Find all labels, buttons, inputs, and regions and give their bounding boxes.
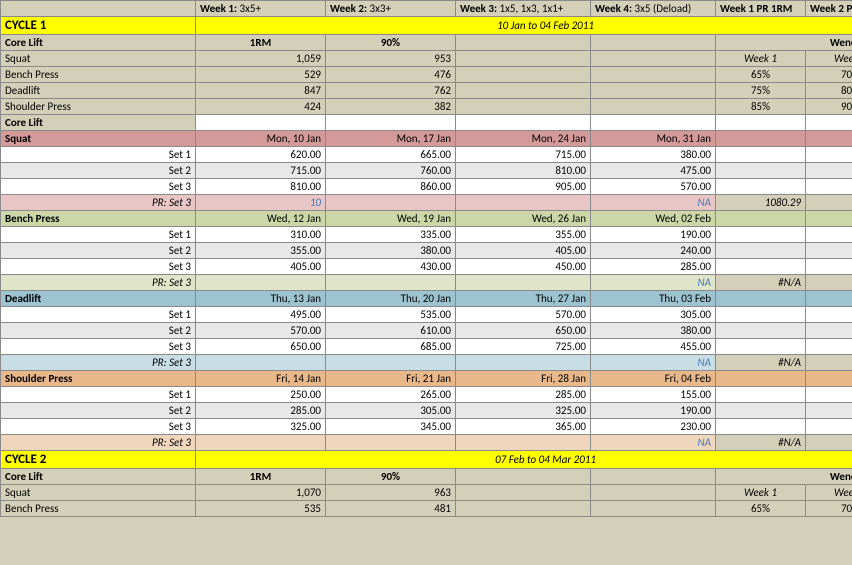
bench-set1: Set 1310.00335.00355.00190.00 xyxy=(1,227,852,243)
squat2-1rm: Squat 1,070 963 Week 1 Week 2 xyxy=(1,485,852,501)
bench-set2: Set 2355.00380.00405.00240.00 xyxy=(1,243,852,259)
cycle2-row: CYCLE 2 07 Feb to 04 Mar 2011 xyxy=(1,451,852,469)
core-lift-hdr: Core Lift 1RM 90% Wendler Perc xyxy=(1,35,852,51)
cycle1-label: CYCLE 1 xyxy=(1,17,196,35)
squat-set1: Set 1620.00665.00715.00380.00 xyxy=(1,147,852,163)
bench2-1rm: Bench Press 535 481 65% 70% xyxy=(1,501,852,517)
week-header-row: Week 1: 3x5+ Week 2: 3x3+ Week 3: 1x5, 1… xyxy=(1,1,852,17)
pr1-hdr: Week 1 PR 1RM xyxy=(716,1,806,17)
squat-set3: Set 3810.00860.00905.00570.000.00% xyxy=(1,179,852,195)
bench-pr: PR: Set 3NA#N/A#N/A xyxy=(1,275,852,291)
cycle1-row: CYCLE 1 10 Jan to 04 Feb 2011 xyxy=(1,17,852,35)
week1-hdr: Week 1: 3x5+ xyxy=(196,1,326,17)
week3-hdr: Week 3: 1x5, 1x3, 1x1+ xyxy=(456,1,591,17)
bench-block-hdr: Bench Press Wed, 12 JanWed, 19 JanWed, 2… xyxy=(1,211,852,227)
cycle2-date: 07 Feb to 04 Mar 2011 xyxy=(196,451,852,469)
core-lift-hdr2: Core Lift 1RM 90% Wendler Perc xyxy=(1,469,852,485)
pr2-hdr: Week 2 PR 1RM xyxy=(806,1,852,17)
core-lift-sub: Core Lift xyxy=(1,115,852,131)
cycle1-date: 10 Jan to 04 Feb 2011 xyxy=(196,17,852,35)
week2-hdr: Week 2: 3x3+ xyxy=(326,1,456,17)
deadlift-set2: Set 2570.00610.00650.00380.00 xyxy=(1,323,852,339)
shoulder-set2: Set 2285.00305.00325.00190.00 xyxy=(1,403,852,419)
bench-set3: Set 3405.00430.00450.00285.000.00% xyxy=(1,259,852,275)
shoulder-1rm: Shoulder Press 424 382 85% 90% xyxy=(1,99,852,115)
squat-block-hdr: Squat Mon, 10 JanMon, 17 JanMon, 24 JanM… xyxy=(1,131,852,147)
squat-pr: PR: Set 310NA1080.29#N/A xyxy=(1,195,852,211)
deadlift-pr: PR: Set 3NA#N/A#N/A xyxy=(1,355,852,371)
deadlift-block-hdr: Deadlift Thu, 13 JanThu, 20 JanThu, 27 J… xyxy=(1,291,852,307)
shoulder-pr: PR: Set 3NA#N/A#N/A xyxy=(1,435,852,451)
bench-1rm: Bench Press 529 476 65% 70% xyxy=(1,67,852,83)
wendler-spreadsheet: Week 1: 3x5+ Week 2: 3x3+ Week 3: 1x5, 1… xyxy=(0,0,852,517)
squat-1rm: Squat 1,059 953 Week 1 Week 2 xyxy=(1,51,852,67)
deadlift-set1: Set 1495.00535.00570.00305.00 xyxy=(1,307,852,323)
cycle2-label: CYCLE 2 xyxy=(1,451,196,469)
shoulder-set3: Set 3325.00345.00365.00230.000.00% xyxy=(1,419,852,435)
week4-hdr: Week 4: 3x5 (Deload) xyxy=(591,1,716,17)
shoulder-set1: Set 1250.00265.00285.00155.00 xyxy=(1,387,852,403)
deadlift-set3: Set 3650.00685.00725.00455.000.00% xyxy=(1,339,852,355)
shoulder-block-hdr: Shoulder Press Fri, 14 JanFri, 21 JanFri… xyxy=(1,371,852,387)
squat-set2: Set 2715.00760.00810.00475.00 xyxy=(1,163,852,179)
deadlift-1rm: Deadlift 847 762 75% 80% xyxy=(1,83,852,99)
